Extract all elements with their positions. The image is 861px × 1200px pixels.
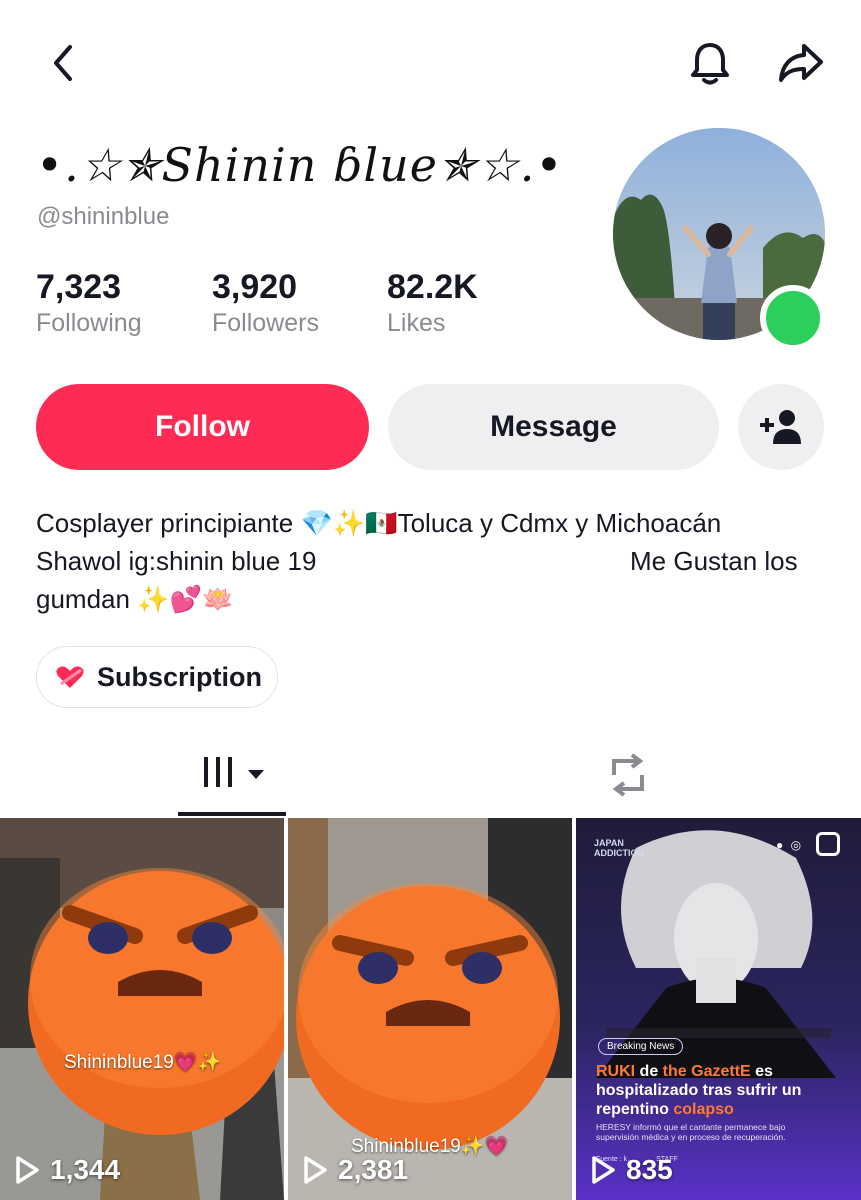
video-thumbnail-1[interactable]: Shininblue19💗✨ 1,344 — [0, 818, 284, 1200]
share-arrow-icon — [779, 44, 823, 82]
suggested-accounts-button[interactable] — [738, 384, 824, 470]
poster-headline: RUKI de the GazettE es hospitalizado tra… — [596, 1062, 846, 1119]
following-stat[interactable]: 7,323 Following — [36, 268, 142, 338]
bio-line-3: gumdan ✨💕🪷 — [36, 584, 235, 614]
video-1-watermark: Shininblue19💗✨ — [64, 1052, 222, 1073]
follow-button-label: Follow — [155, 410, 250, 443]
video-3-views: 835 — [590, 1154, 673, 1186]
chevron-left-icon — [54, 45, 72, 81]
poster-brand: JAPAN ADDICTION — [594, 838, 644, 858]
following-label: Following — [36, 309, 142, 337]
poster-headline-part1: RUKI — [596, 1063, 636, 1080]
poster-headline-part5: colapso — [673, 1101, 734, 1118]
profile-handle: @shininblue — [37, 203, 170, 230]
message-button[interactable]: Message — [388, 384, 719, 470]
play-icon — [304, 1156, 327, 1184]
poster-headline-part3: the GazettE — [662, 1063, 751, 1080]
back-button[interactable] — [36, 36, 90, 90]
video-3-poster — [576, 818, 861, 1200]
subscription-label: Subscription — [97, 661, 263, 692]
bio-line-2-left: Shawol ig:shinin blue 19 — [36, 546, 317, 576]
bell-icon — [691, 43, 729, 85]
repost-icon — [612, 753, 644, 797]
bio-line-2-right: Me Gustan los — [630, 546, 798, 576]
poster-brand-line1: JAPAN — [594, 838, 624, 848]
subscription-button[interactable]: Subscription — [36, 646, 278, 708]
poster-brand-line2: ADDICTION — [594, 848, 644, 858]
add-person-icon — [760, 410, 801, 444]
tab-reposts[interactable] — [604, 753, 652, 797]
likes-label: Likes — [387, 309, 446, 337]
followers-label: Followers — [212, 309, 319, 337]
play-icon — [16, 1156, 39, 1184]
followers-count: 3,920 — [212, 268, 298, 306]
likes-count: 82.2K — [387, 268, 478, 306]
online-status-indicator — [760, 285, 826, 351]
video-2-view-count: 2,381 — [338, 1154, 409, 1185]
video-1-views: 1,344 — [14, 1154, 120, 1186]
subscription-badge-icon — [56, 666, 84, 688]
grid-icon — [204, 757, 264, 787]
video-3-view-count: 835 — [626, 1154, 673, 1185]
likes-stat: 82.2K Likes — [387, 268, 478, 338]
video-thumbnail-3[interactable]: JAPAN ADDICTION ● ◎ Breaking News RUKI d… — [576, 818, 861, 1200]
instagram-icon: ◎ — [790, 838, 802, 852]
video-thumbnail-2[interactable]: Shininblue19✨💗 2,381 — [288, 818, 572, 1200]
tab-videos[interactable] — [196, 755, 272, 795]
message-button-label: Message — [490, 410, 617, 443]
poster-subtext: HERESY informó que el cantante permanece… — [596, 1122, 786, 1142]
share-button[interactable] — [774, 36, 828, 90]
play-icon — [592, 1156, 615, 1184]
video-1-view-count: 1,344 — [50, 1154, 121, 1185]
poster-headline-part2: de — [635, 1063, 663, 1080]
bio-line-1: Cosplayer principiante 💎✨🇲🇽Toluca y Cdmx… — [36, 508, 722, 538]
poster-badge: Breaking News — [598, 1038, 684, 1055]
notification-button[interactable] — [683, 36, 737, 90]
profile-display-name: •.☆✯Shinin ɓlue✯☆.• — [36, 138, 564, 192]
followers-stat[interactable]: 3,920 Followers — [212, 268, 319, 338]
video-1-frame — [0, 818, 284, 1200]
video-2-views: 2,381 — [302, 1154, 408, 1186]
follow-button[interactable]: Follow — [36, 384, 369, 470]
multi-image-icon — [816, 832, 840, 856]
active-tab-indicator — [178, 812, 286, 816]
facebook-icon: ● — [776, 838, 784, 852]
following-count: 7,323 — [36, 268, 122, 306]
